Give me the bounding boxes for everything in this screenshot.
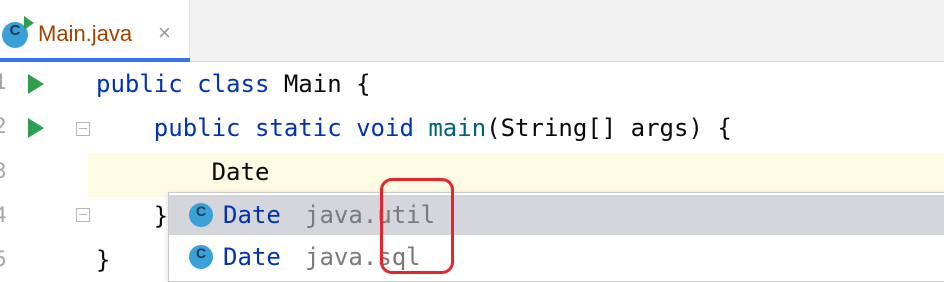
line-number: 2 — [0, 114, 7, 138]
code-line-1: public class Main { — [96, 70, 371, 98]
completion-item[interactable]: C Date java.util — [169, 195, 944, 235]
keyword: void — [356, 114, 414, 142]
method-name: main — [428, 114, 487, 142]
code-text: } — [96, 246, 111, 274]
code-line-2: public static void main(String[] args) { — [96, 114, 732, 142]
completion-item[interactable]: C Date java.sql — [169, 237, 944, 277]
line-number: 4 — [0, 203, 7, 227]
code-text: } — [153, 202, 169, 230]
code-completion-popup: C Date java.util C Date java.sql — [168, 192, 944, 282]
completion-item-name: Date — [223, 243, 281, 271]
keyword: static — [254, 114, 342, 142]
close-icon[interactable]: × — [158, 20, 171, 46]
editor-tab-bar: C Main.java × — [0, 0, 944, 62]
class-icon: C — [189, 245, 213, 269]
keyword: class — [197, 70, 270, 98]
keyword: public — [96, 70, 183, 98]
tab-main-java[interactable]: C Main.java × — [0, 0, 190, 62]
class-icon: C — [189, 203, 213, 227]
keyword: public — [153, 114, 241, 142]
run-main-icon[interactable] — [28, 118, 44, 138]
typed-text: Date — [211, 158, 270, 186]
line-number: 1 — [0, 70, 7, 94]
code-text: Main { — [269, 70, 371, 98]
line-number: 3 — [0, 159, 7, 183]
code-line-5: } — [96, 246, 110, 274]
code-text: (String[] args) { — [486, 114, 732, 142]
line-number: 5 — [0, 247, 7, 271]
code-line-3: Date — [96, 158, 270, 186]
run-badge-icon — [24, 16, 34, 30]
run-class-icon[interactable] — [28, 74, 44, 94]
tab-label: Main.java — [38, 21, 133, 46]
java-class-icon: C — [2, 16, 34, 48]
annotation-highlight-box — [380, 178, 454, 274]
completion-item-name: Date — [223, 201, 281, 229]
code-line-4: } — [96, 202, 168, 230]
editor-gutter: 1 2 3 4 5 — [0, 62, 90, 279]
